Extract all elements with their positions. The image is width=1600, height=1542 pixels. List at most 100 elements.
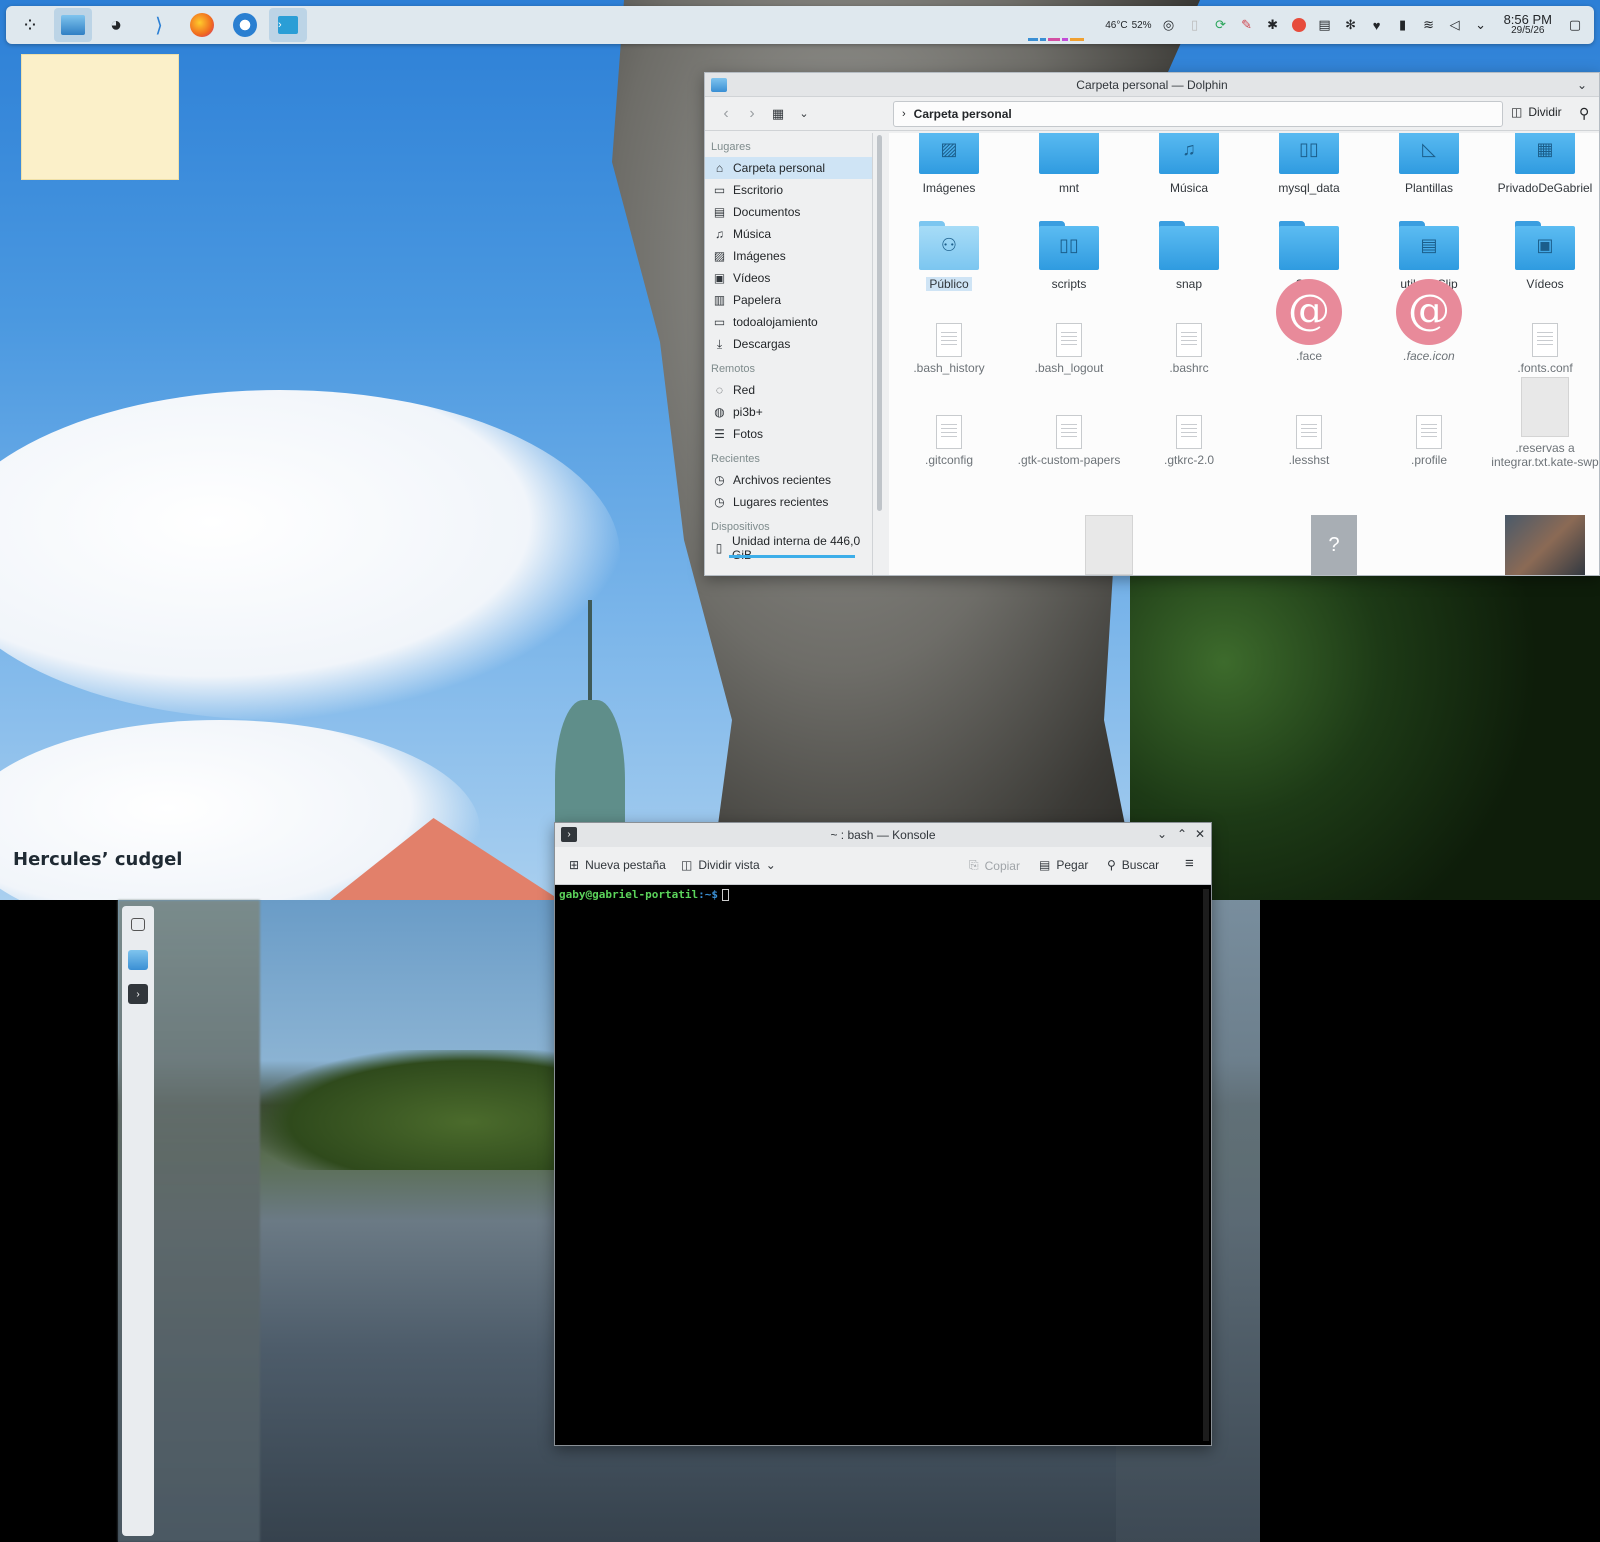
clipboard-icon[interactable]: ▤ (1316, 16, 1334, 34)
location-bar[interactable]: › Carpeta personal (893, 101, 1503, 127)
find-button[interactable]: ⚲ Buscar (1107, 858, 1159, 872)
file-name: PrivadoDeGabriel (1497, 181, 1593, 195)
split-view-button[interactable]: ◫ Dividir vista ⌄ (681, 858, 776, 872)
file-item[interactable]: .fonts.conf (1485, 305, 1599, 375)
sticky-note-widget[interactable] (21, 54, 179, 180)
clock[interactable]: 8:56 PM 29/5/26 (1504, 13, 1552, 36)
file-item[interactable]: .lesshst (1249, 397, 1369, 467)
folder-item[interactable]: ▣ Vídeos (1485, 221, 1599, 291)
paste-button[interactable]: ▤ Pegar (1039, 858, 1088, 872)
file-item[interactable]: .profile (1369, 397, 1489, 467)
file-item[interactable] (1485, 515, 1599, 575)
security-icon[interactable]: ♥ (1368, 16, 1386, 34)
peek-desktop-icon[interactable]: ▢ (1566, 16, 1584, 34)
text-file-icon (1056, 323, 1082, 357)
minimize-icon[interactable]: ⌄ (1157, 827, 1167, 841)
kde-application-launcher-icon[interactable]: ⁘ (11, 8, 49, 42)
new-tab-button[interactable]: ⊞ Nueva pestaña (569, 858, 666, 872)
temperature-readout[interactable]: 46°C (1105, 20, 1127, 31)
file-item[interactable]: @ .face.icon (1369, 279, 1489, 363)
terminal-scrollbar[interactable] (1203, 889, 1209, 1441)
cpu-readout[interactable]: 52% (1132, 20, 1152, 31)
unknown-file-icon: ? (1311, 515, 1357, 575)
volume-muted-icon[interactable]: ◁ (1446, 16, 1464, 34)
paste-label: Pegar (1056, 858, 1089, 872)
bug-icon[interactable]: ✱ (1264, 16, 1282, 34)
folder-item[interactable]: ◺ Plantillas (1369, 133, 1489, 195)
view-mode-icon[interactable]: ▦ (765, 106, 791, 122)
bluetooth-icon[interactable]: ✻ (1342, 16, 1360, 34)
sidebar-item-label: Papelera (733, 293, 782, 307)
firefox-icon[interactable] (183, 8, 221, 42)
sidebar-item[interactable]: ⤓ Descargas (705, 333, 872, 355)
battery-icon[interactable]: ▮ (1394, 16, 1412, 34)
sidebar-item[interactable]: ▤ Documentos (705, 201, 872, 223)
split-button[interactable]: ◫ Dividir (1511, 105, 1562, 119)
folder-item[interactable]: ⚇ Público (889, 221, 1009, 291)
folder-item[interactable]: ▯▯ scripts (1009, 221, 1129, 291)
sidebar-item[interactable]: ⌂ Carpeta personal (705, 157, 872, 179)
sync-icon[interactable]: ⟳ (1212, 16, 1230, 34)
file-item[interactable]: ? (1274, 515, 1394, 575)
thunderbird-icon[interactable] (226, 8, 264, 42)
wifi-icon[interactable]: ≋ (1420, 16, 1438, 34)
file-item[interactable]: .gitconfig (889, 397, 1009, 467)
sidebar-item[interactable]: ▭ todoalojamiento (705, 311, 872, 333)
sidebar-item[interactable]: ◷ Lugares recientes (705, 491, 872, 513)
sidebar-item[interactable]: ▣ Vídeos (705, 267, 872, 289)
sidebar-item[interactable]: ▭ Escritorio (705, 179, 872, 201)
dolphin-titlebar[interactable]: Carpeta personal — Dolphin ⌄ (705, 73, 1599, 97)
chevron-down-icon[interactable]: ⌄ (1577, 78, 1587, 92)
record-icon[interactable] (1290, 16, 1308, 34)
accessibility-icon[interactable]: ◎ (1160, 16, 1178, 34)
close-icon[interactable]: ✕ (1195, 827, 1205, 841)
show-desktop-icon[interactable] (131, 918, 145, 931)
folder-item[interactable]: ▦ PrivadoDeGabriel (1485, 133, 1599, 195)
file-item[interactable]: .gtkrc-2.0 (1129, 397, 1249, 467)
folder-item[interactable]: snap (1129, 221, 1249, 291)
sidebar-item[interactable]: ▥ Papelera (705, 289, 872, 311)
file-item[interactable] (1049, 515, 1169, 575)
dolphin-file-manager-icon[interactable] (54, 8, 92, 42)
places-scrollbar[interactable] (877, 135, 882, 511)
back-icon[interactable]: ‹ (713, 105, 739, 123)
chevron-down-icon[interactable]: ⌄ (791, 107, 817, 120)
file-item[interactable]: .gtk-custom-papers (1009, 397, 1129, 467)
hamburger-menu-icon[interactable]: ≡ (1185, 855, 1194, 872)
terminal-area[interactable]: gaby@gabriel-portatil:~$ (557, 887, 1201, 1443)
forward-icon[interactable]: › (739, 105, 765, 123)
konsole-task-icon[interactable]: › (128, 984, 148, 1004)
folder-item[interactable]: ▯▯ mysql_data (1249, 133, 1369, 195)
placeholder-icon[interactable]: ▯ (1186, 16, 1204, 34)
krita-icon[interactable]: ◕ (97, 8, 135, 42)
secondary-panel: › (122, 906, 154, 1536)
sidebar-item[interactable]: ▨ Imágenes (705, 245, 872, 267)
clipboard-tool-icon[interactable]: ✎ (1238, 16, 1256, 34)
file-item[interactable]: @ .face (1249, 279, 1369, 363)
konsole-titlebar[interactable]: › ~ : bash — Konsole ⌄ ⌃ ✕ (555, 823, 1211, 847)
file-item[interactable]: .reservas a integrar.txt.kate-swp (1485, 377, 1599, 469)
system-monitor-graph (1028, 35, 1108, 41)
copy-button[interactable]: ⎘ Copiar (969, 858, 1020, 873)
file-item[interactable]: .bash_history (889, 305, 1009, 375)
sidebar-item[interactable]: ☰ Fotos (705, 423, 872, 445)
paste-icon: ▤ (1039, 858, 1051, 872)
sidebar-item[interactable]: ◷ Archivos recientes (705, 469, 872, 491)
file-item[interactable]: .bashrc (1129, 305, 1249, 375)
dolphin-task-icon[interactable] (128, 950, 148, 970)
sidebar-item[interactable]: ◌ Red (705, 379, 872, 401)
folder-item[interactable]: ♫ Música (1129, 133, 1249, 195)
sidebar-item[interactable]: ◍ pi3b+ (705, 401, 872, 423)
file-name: .lesshst (1288, 453, 1330, 467)
file-item[interactable]: .bash_logout (1009, 305, 1129, 375)
folder-item[interactable]: ▨ Imágenes (889, 133, 1009, 195)
vscode-icon[interactable]: ⟩ (140, 8, 178, 42)
konsole-icon[interactable]: › (269, 8, 307, 42)
chevron-down-icon[interactable]: ⌄ (1472, 16, 1490, 34)
folder-item[interactable]: mnt (1009, 133, 1129, 195)
breadcrumb[interactable]: Carpeta personal (914, 107, 1012, 121)
search-icon[interactable]: ⚲ (1579, 105, 1589, 122)
sidebar-item[interactable]: ♫ Música (705, 223, 872, 245)
maximize-icon[interactable]: ⌃ (1177, 827, 1187, 841)
file-name: .face.icon (1403, 349, 1455, 363)
